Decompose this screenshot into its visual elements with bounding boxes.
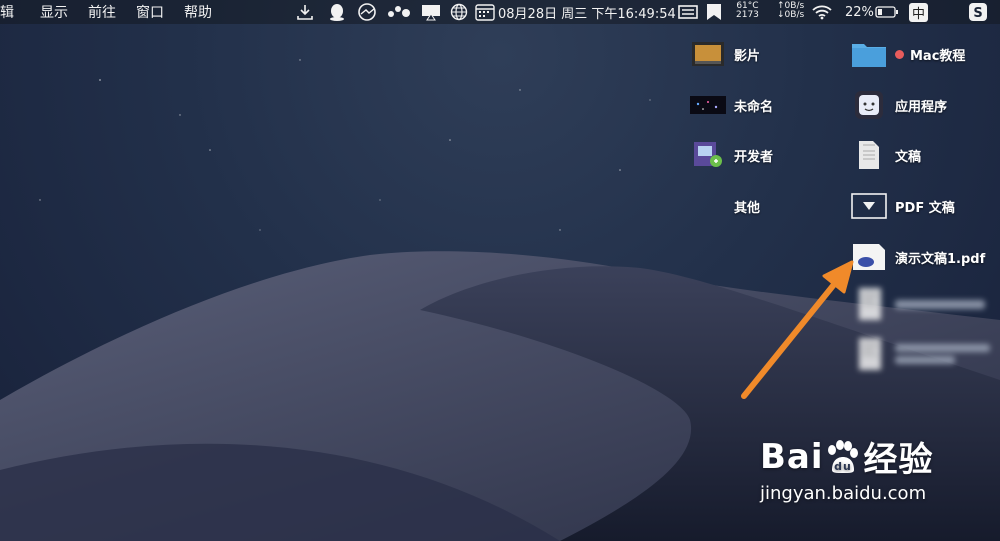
watermark-cn: 经验 bbox=[863, 440, 934, 480]
baidu-watermark: Bai du 经验 jingyan.baidu.com bbox=[760, 432, 934, 505]
watermark-brand: Bai bbox=[760, 436, 824, 477]
watermark-brand-du: du bbox=[834, 460, 852, 473]
paw-icon: du bbox=[827, 439, 858, 473]
watermark-url: jingyan.baidu.com bbox=[760, 483, 927, 504]
baidu-logo: Bai du 经验 bbox=[760, 432, 934, 481]
